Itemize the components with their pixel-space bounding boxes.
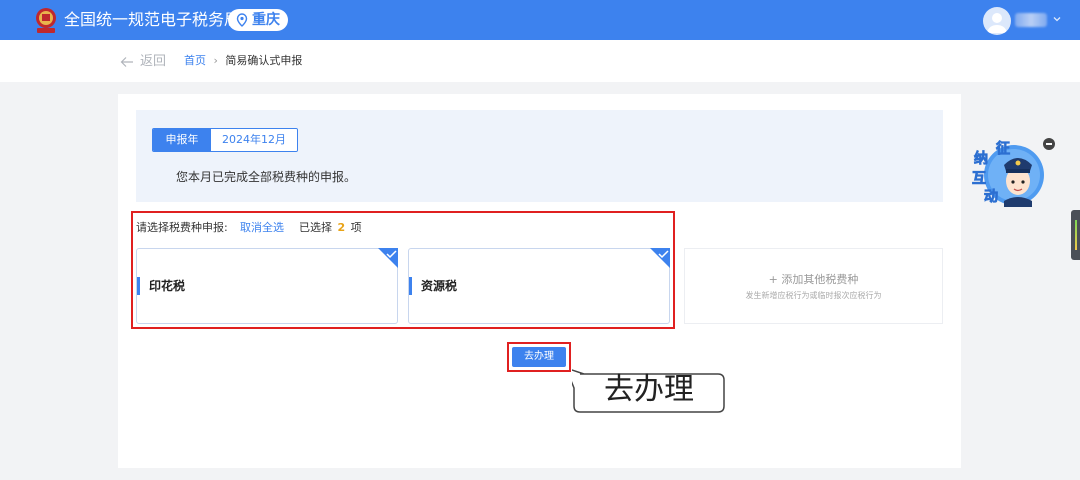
assistant-char: 征 [996,140,1010,157]
highlight-frame [131,211,675,329]
breadcrumb-current: 简易确认式申报 [225,54,303,67]
user-icon [987,13,1007,33]
tax-emblem-logo [36,8,56,33]
app-title: 全国统一规范电子税务局 [64,10,241,29]
back-label: 返回 [140,54,167,69]
chevron-down-icon[interactable] [1052,14,1062,24]
callout-label: 去办理 [604,372,694,407]
period-selector[interactable]: 申报年月 2024年12月 [152,128,298,152]
region-name: 重庆 [252,12,280,28]
assistant-char: 纳 [974,150,988,167]
back-button[interactable]: 返回 [120,54,166,70]
assistant-close-button[interactable] [1043,138,1055,150]
assistant-char: 互 [972,171,986,187]
add-tax-card[interactable]: + 添加其他税费种 发生新增应税行为或临时报次应税行为 [684,248,943,324]
add-tax-title: + 添加其他税费种 [768,273,859,286]
region-selector[interactable]: 重庆 [228,9,288,31]
location-pin-icon [236,13,248,27]
period-info-box: 申报年月 2024年12月 您本月已完成全部税费种的申报。 [136,110,943,202]
assistant-char: 动 [984,188,998,205]
completion-message: 您本月已完成全部税费种的申报。 [176,170,357,184]
top-header: 全国统一规范电子税务局 重庆 [0,0,1080,40]
period-label: 申报年月 [153,129,211,151]
arrow-left-icon [120,57,133,67]
user-avatar[interactable] [983,7,1011,35]
tax-assistant-widget[interactable]: 征 纳 互 动 [968,135,1048,211]
breadcrumb-bar: 返回 首页 › 简易确认式申报 [0,40,1080,82]
declaration-panel: 申报年月 2024年12月 您本月已完成全部税费种的申报。 请选择税费种申报: … [118,94,961,468]
side-edge-tab[interactable] [1071,210,1080,260]
user-name-redacted[interactable] [1015,13,1047,27]
breadcrumb-separator: › [213,54,218,67]
period-value[interactable]: 2024年12月 [211,129,297,151]
breadcrumb: 首页 › 简易确认式申报 [184,54,302,68]
add-tax-subtitle: 发生新增应税行为或临时报次应税行为 [745,291,882,300]
breadcrumb-home-link[interactable]: 首页 [184,54,206,67]
go-process-button[interactable]: 去办理 [512,347,566,367]
